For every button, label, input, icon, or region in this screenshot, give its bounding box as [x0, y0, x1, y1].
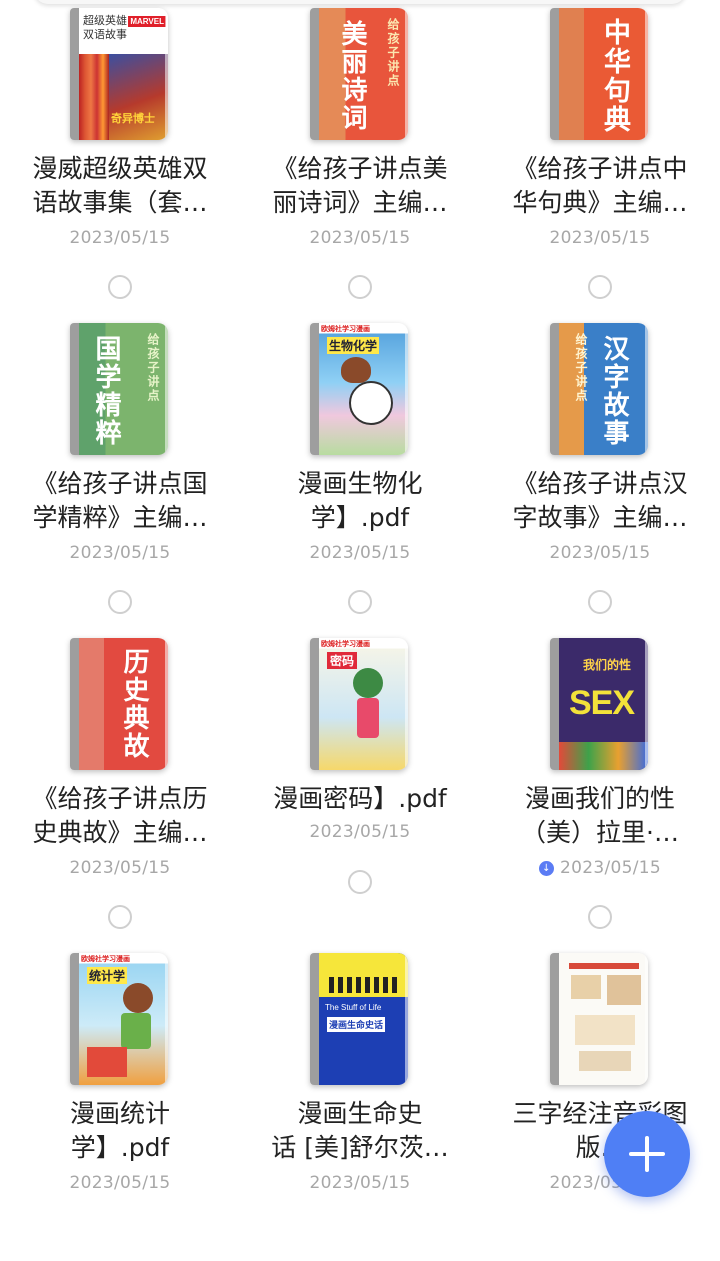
book-cover[interactable]: 美丽诗词 给孩子讲点	[310, 8, 408, 140]
select-radio[interactable]	[108, 275, 132, 299]
book-cover[interactable]: 汉字故事 给孩子讲点	[550, 323, 648, 455]
select-radio[interactable]	[588, 905, 612, 929]
file-card[interactable]: 欧姆社学习漫画 密码 漫画密码】.pdf 2023/05/15	[260, 630, 460, 946]
file-date: ↓ 2023/05/15	[500, 858, 700, 878]
book-cover[interactable]: 欧姆社学习漫画 生物化学	[310, 323, 408, 455]
grid-row: 欧姆社学习漫画 统计学 漫画统计 学】.pdf 2023/05/15 The St…	[0, 945, 720, 1261]
file-date: 2023/05/15	[549, 228, 651, 248]
book-cover[interactable]: 欧姆社学习漫画 统计学	[70, 953, 168, 1085]
book-cover[interactable]: 历史典故	[70, 638, 168, 770]
file-name: 漫画生命史话 [美]舒尔茨…	[271, 1099, 449, 1162]
add-file-button[interactable]	[604, 1111, 690, 1197]
grid-row: 超级英雄 双语故事 MARVEL 奇异博士 漫威超级英雄双 语故事集（套… 202…	[0, 0, 720, 316]
file-name: 漫画我们的性 （美）拉里·…	[521, 784, 679, 847]
file-name: 《给孩子讲点国 学精粹》主编…	[32, 469, 208, 532]
file-name: 《给孩子讲点美 丽诗词》主编…	[272, 154, 448, 217]
book-cover[interactable]	[550, 953, 648, 1085]
file-name: 《给孩子讲点汉 字故事》主编…	[512, 469, 688, 532]
file-date: 2023/05/15	[69, 228, 171, 248]
grid-row: 国学精粹 给孩子讲点 《给孩子讲点国 学精粹》主编… 2023/05/15 欧姆社…	[0, 315, 720, 631]
grid-row: 历史典故 《给孩子讲点历 史典故》主编… 2023/05/15 欧姆社学习漫画 密…	[0, 630, 720, 946]
file-name: 《给孩子讲点中 华句典》主编…	[512, 154, 688, 217]
file-name: 漫画密码】.pdf	[273, 784, 447, 813]
file-card[interactable]: 三字经注音彩图 版.p 2023/05/15	[500, 945, 700, 1261]
book-cover[interactable]: 超级英雄 双语故事 MARVEL 奇异博士	[70, 8, 168, 140]
file-card[interactable]: 中华句典 《给孩子讲点中 华句典》主编… 2023/05/15	[500, 0, 700, 316]
file-card[interactable]: 国学精粹 给孩子讲点 《给孩子讲点国 学精粹》主编… 2023/05/15	[20, 315, 220, 631]
select-radio[interactable]	[108, 905, 132, 929]
select-radio[interactable]	[588, 590, 612, 614]
select-radio[interactable]	[108, 590, 132, 614]
file-date: 2023/05/15	[69, 543, 171, 563]
book-cover[interactable]: 中华句典	[550, 8, 648, 140]
file-card[interactable]: 历史典故 《给孩子讲点历 史典故》主编… 2023/05/15	[20, 630, 220, 946]
select-radio[interactable]	[348, 275, 372, 299]
book-cover[interactable]: 欧姆社学习漫画 密码	[310, 638, 408, 770]
file-date: 2023/05/15	[69, 1173, 171, 1193]
file-card[interactable]: The Stuff of Life 漫画生命史话 漫画生命史话 [美]舒尔茨… …	[260, 945, 460, 1261]
download-icon: ↓	[539, 860, 554, 876]
select-radio[interactable]	[348, 590, 372, 614]
file-name: 漫画统计 学】.pdf	[69, 1099, 170, 1162]
file-card[interactable]: 欧姆社学习漫画 生物化学 漫画生物化 学】.pdf 2023/05/15	[260, 315, 460, 631]
file-date: 2023/05/15	[309, 822, 411, 842]
file-name: 漫画生物化 学】.pdf	[297, 469, 423, 532]
book-cover[interactable]: 国学精粹 给孩子讲点	[70, 323, 168, 455]
file-name: 漫威超级英雄双 语故事集（套…	[32, 154, 208, 217]
file-card[interactable]: 欧姆社学习漫画 统计学 漫画统计 学】.pdf 2023/05/15	[20, 945, 220, 1261]
select-radio[interactable]	[348, 870, 372, 894]
file-card[interactable]: 汉字故事 给孩子讲点 《给孩子讲点汉 字故事》主编… 2023/05/15	[500, 315, 700, 631]
file-card[interactable]: 我们的性 SEX 漫画我们的性 （美）拉里·… ↓ 2023/05/15	[500, 630, 700, 946]
file-card[interactable]: 美丽诗词 给孩子讲点 《给孩子讲点美 丽诗词》主编… 2023/05/15	[260, 0, 460, 316]
file-date: 2023/05/15	[549, 543, 651, 563]
book-cover[interactable]: The Stuff of Life 漫画生命史话	[310, 953, 408, 1085]
file-date: 2023/05/15	[69, 858, 171, 878]
file-name: 《给孩子讲点历 史典故》主编…	[32, 784, 208, 847]
book-cover[interactable]: 我们的性 SEX	[550, 638, 648, 770]
select-radio[interactable]	[588, 275, 612, 299]
file-card[interactable]: 超级英雄 双语故事 MARVEL 奇异博士 漫威超级英雄双 语故事集（套… 202…	[20, 0, 220, 316]
file-date: 2023/05/15	[309, 228, 411, 248]
file-date: 2023/05/15	[309, 1173, 411, 1193]
file-date: 2023/05/15	[309, 543, 411, 563]
